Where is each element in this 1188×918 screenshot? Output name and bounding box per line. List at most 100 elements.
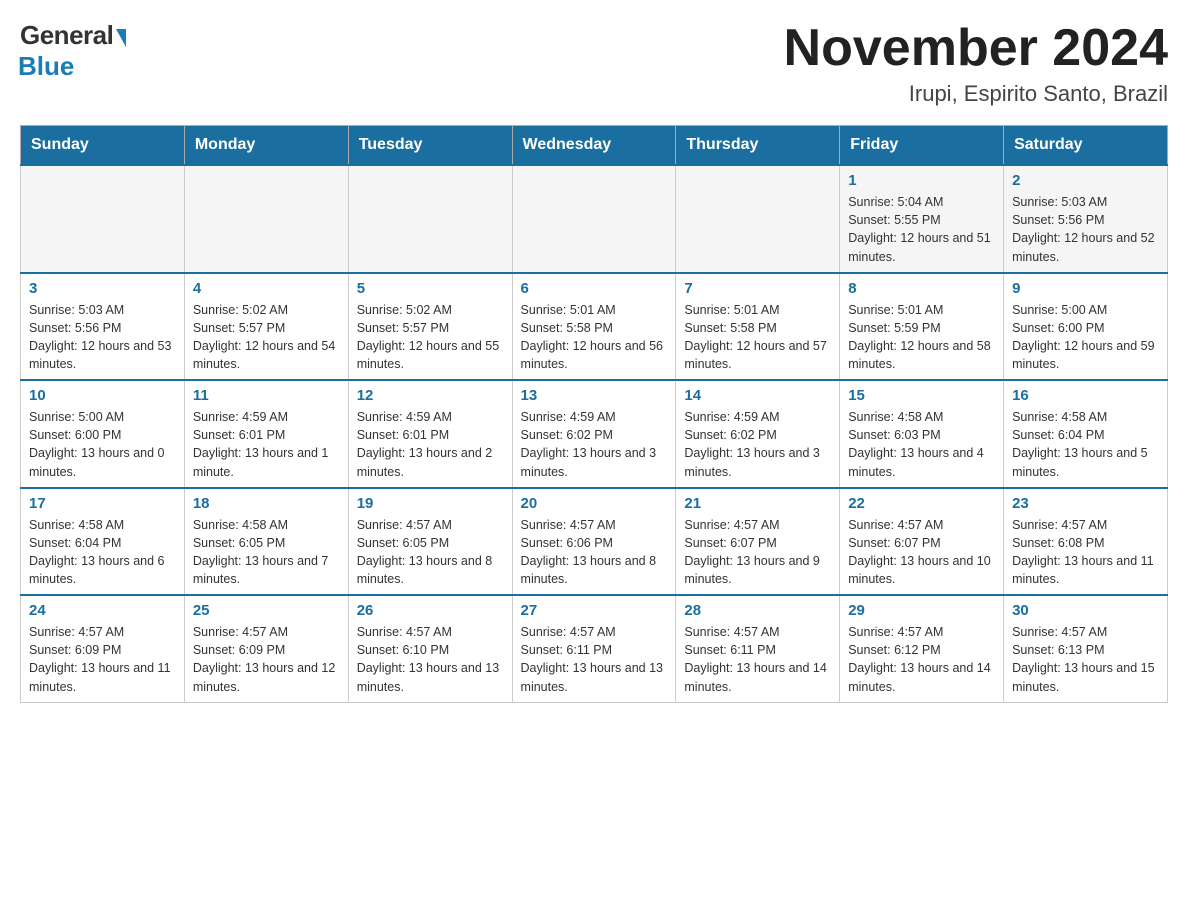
day-number: 18 — [193, 495, 340, 512]
calendar-cell — [21, 165, 185, 273]
day-number: 3 — [29, 280, 176, 297]
calendar-cell: 5Sunrise: 5:02 AMSunset: 5:57 PMDaylight… — [348, 273, 512, 381]
calendar-header-row: SundayMondayTuesdayWednesdayThursdayFrid… — [21, 126, 1168, 166]
calendar-cell — [676, 165, 840, 273]
day-info: Sunrise: 4:59 AMSunset: 6:01 PMDaylight:… — [193, 408, 340, 481]
logo-triangle-icon — [116, 29, 126, 47]
day-number: 21 — [684, 495, 831, 512]
day-of-week-header: Tuesday — [348, 126, 512, 166]
calendar-cell: 15Sunrise: 4:58 AMSunset: 6:03 PMDayligh… — [840, 380, 1004, 488]
calendar-week-row: 17Sunrise: 4:58 AMSunset: 6:04 PMDayligh… — [21, 488, 1168, 596]
calendar-cell: 26Sunrise: 4:57 AMSunset: 6:10 PMDayligh… — [348, 595, 512, 702]
day-info: Sunrise: 5:03 AMSunset: 5:56 PMDaylight:… — [1012, 193, 1159, 266]
day-number: 24 — [29, 602, 176, 619]
day-of-week-header: Saturday — [1004, 126, 1168, 166]
day-number: 8 — [848, 280, 995, 297]
day-number: 2 — [1012, 172, 1159, 189]
page-header: General Blue November 2024 Irupi, Espiri… — [20, 20, 1168, 107]
day-number: 1 — [848, 172, 995, 189]
day-info: Sunrise: 4:57 AMSunset: 6:07 PMDaylight:… — [684, 516, 831, 589]
calendar-cell: 27 Sunrise: 4:57 AMSunset: 6:11 PMDayligh… — [512, 595, 676, 702]
day-number: 13 — [521, 387, 668, 404]
calendar-week-row: 10 Sunrise: 5:00 AMSunset: 6:00 PMDayligh… — [21, 380, 1168, 488]
calendar-cell: 25 Sunrise: 4:57 AMSunset: 6:09 PMDayligh… — [184, 595, 348, 702]
day-info: Sunrise: 5:02 AMSunset: 5:57 PMDaylight:… — [357, 301, 504, 374]
day-number: 30 — [1012, 602, 1159, 619]
calendar-cell: 16Sunrise: 4:58 AMSunset: 6:04 PMDayligh… — [1004, 380, 1168, 488]
day-number: 25 — [193, 602, 340, 619]
calendar-cell: 29 Sunrise: 4:57 AMSunset: 6:12 PMDayligh… — [840, 595, 1004, 702]
calendar-cell: 14 Sunrise: 4:59 AMSunset: 6:02 PMDayligh… — [676, 380, 840, 488]
calendar-cell: 4 Sunrise: 5:02 AMSunset: 5:57 PMDaylight… — [184, 273, 348, 381]
day-number: 14 — [684, 387, 831, 404]
day-info: Sunrise: 4:57 AMSunset: 6:07 PMDaylight:… — [848, 516, 995, 589]
day-number: 10 — [29, 387, 176, 404]
calendar-cell: 11 Sunrise: 4:59 AMSunset: 6:01 PMDayligh… — [184, 380, 348, 488]
calendar-cell — [348, 165, 512, 273]
calendar-cell: 18 Sunrise: 4:58 AMSunset: 6:05 PMDayligh… — [184, 488, 348, 596]
day-number: 20 — [521, 495, 668, 512]
calendar-cell — [184, 165, 348, 273]
day-number: 28 — [684, 602, 831, 619]
day-number: 11 — [193, 387, 340, 404]
day-number: 12 — [357, 387, 504, 404]
day-info: Sunrise: 4:59 AMSunset: 6:02 PMDaylight:… — [684, 408, 831, 481]
calendar-cell: 9 Sunrise: 5:00 AMSunset: 6:00 PMDaylight… — [1004, 273, 1168, 381]
day-number: 9 — [1012, 280, 1159, 297]
day-info: Sunrise: 5:01 AMSunset: 5:58 PMDaylight:… — [684, 301, 831, 374]
day-of-week-header: Wednesday — [512, 126, 676, 166]
day-of-week-header: Thursday — [676, 126, 840, 166]
day-of-week-header: Sunday — [21, 126, 185, 166]
calendar-cell: 13 Sunrise: 4:59 AMSunset: 6:02 PMDayligh… — [512, 380, 676, 488]
location-text: Irupi, Espirito Santo, Brazil — [784, 81, 1168, 107]
day-number: 4 — [193, 280, 340, 297]
day-info: Sunrise: 4:59 AMSunset: 6:01 PMDaylight:… — [357, 408, 504, 481]
day-info: Sunrise: 5:01 AMSunset: 5:59 PMDaylight:… — [848, 301, 995, 374]
day-info: Sunrise: 4:59 AMSunset: 6:02 PMDaylight:… — [521, 408, 668, 481]
day-info: Sunrise: 4:57 AMSunset: 6:08 PMDaylight:… — [1012, 516, 1159, 589]
day-info: Sunrise: 5:02 AMSunset: 5:57 PMDaylight:… — [193, 301, 340, 374]
day-info: Sunrise: 4:57 AMSunset: 6:13 PMDaylight:… — [1012, 623, 1159, 696]
calendar-cell: 8 Sunrise: 5:01 AMSunset: 5:59 PMDaylight… — [840, 273, 1004, 381]
calendar-cell: 1 Sunrise: 5:04 AMSunset: 5:55 PMDaylight… — [840, 165, 1004, 273]
day-number: 22 — [848, 495, 995, 512]
day-info: Sunrise: 4:57 AMSunset: 6:11 PMDaylight:… — [521, 623, 668, 696]
day-number: 7 — [684, 280, 831, 297]
calendar-cell: 3 Sunrise: 5:03 AMSunset: 5:56 PMDaylight… — [21, 273, 185, 381]
day-info: Sunrise: 4:57 AMSunset: 6:12 PMDaylight:… — [848, 623, 995, 696]
day-info: Sunrise: 5:01 AMSunset: 5:58 PMDaylight:… — [521, 301, 668, 374]
day-number: 26 — [357, 602, 504, 619]
logo: General Blue — [20, 20, 126, 82]
day-info: Sunrise: 5:00 AMSunset: 6:00 PMDaylight:… — [1012, 301, 1159, 374]
day-number: 29 — [848, 602, 995, 619]
day-info: Sunrise: 4:58 AMSunset: 6:04 PMDaylight:… — [29, 516, 176, 589]
calendar-cell: 20Sunrise: 4:57 AMSunset: 6:06 PMDayligh… — [512, 488, 676, 596]
month-title: November 2024 — [784, 20, 1168, 77]
calendar-cell: 30 Sunrise: 4:57 AMSunset: 6:13 PMDayligh… — [1004, 595, 1168, 702]
calendar-cell: 24 Sunrise: 4:57 AMSunset: 6:09 PMDayligh… — [21, 595, 185, 702]
logo-blue-text: Blue — [18, 51, 74, 82]
day-number: 27 — [521, 602, 668, 619]
day-info: Sunrise: 4:57 AMSunset: 6:09 PMDaylight:… — [193, 623, 340, 696]
calendar-cell — [512, 165, 676, 273]
day-info: Sunrise: 4:57 AMSunset: 6:11 PMDaylight:… — [684, 623, 831, 696]
day-info: Sunrise: 5:00 AMSunset: 6:00 PMDaylight:… — [29, 408, 176, 481]
calendar-cell: 7 Sunrise: 5:01 AMSunset: 5:58 PMDaylight… — [676, 273, 840, 381]
calendar-week-row: 1 Sunrise: 5:04 AMSunset: 5:55 PMDaylight… — [21, 165, 1168, 273]
day-info: Sunrise: 5:03 AMSunset: 5:56 PMDaylight:… — [29, 301, 176, 374]
day-info: Sunrise: 4:58 AMSunset: 6:03 PMDaylight:… — [848, 408, 995, 481]
calendar-cell: 21 Sunrise: 4:57 AMSunset: 6:07 PMDayligh… — [676, 488, 840, 596]
day-info: Sunrise: 4:57 AMSunset: 6:09 PMDaylight:… — [29, 623, 176, 696]
calendar-week-row: 24 Sunrise: 4:57 AMSunset: 6:09 PMDayligh… — [21, 595, 1168, 702]
calendar-cell: 2 Sunrise: 5:03 AMSunset: 5:56 PMDaylight… — [1004, 165, 1168, 273]
calendar-table: SundayMondayTuesdayWednesdayThursdayFrid… — [20, 125, 1168, 703]
day-info: Sunrise: 4:58 AMSunset: 6:04 PMDaylight:… — [1012, 408, 1159, 481]
calendar-cell: 12 Sunrise: 4:59 AMSunset: 6:01 PMDayligh… — [348, 380, 512, 488]
day-info: Sunrise: 4:57 AMSunset: 6:05 PMDaylight:… — [357, 516, 504, 589]
day-info: Sunrise: 4:58 AMSunset: 6:05 PMDaylight:… — [193, 516, 340, 589]
day-number: 6 — [521, 280, 668, 297]
day-info: Sunrise: 5:04 AMSunset: 5:55 PMDaylight:… — [848, 193, 995, 266]
day-of-week-header: Monday — [184, 126, 348, 166]
calendar-cell: 10 Sunrise: 5:00 AMSunset: 6:00 PMDayligh… — [21, 380, 185, 488]
day-number: 19 — [357, 495, 504, 512]
